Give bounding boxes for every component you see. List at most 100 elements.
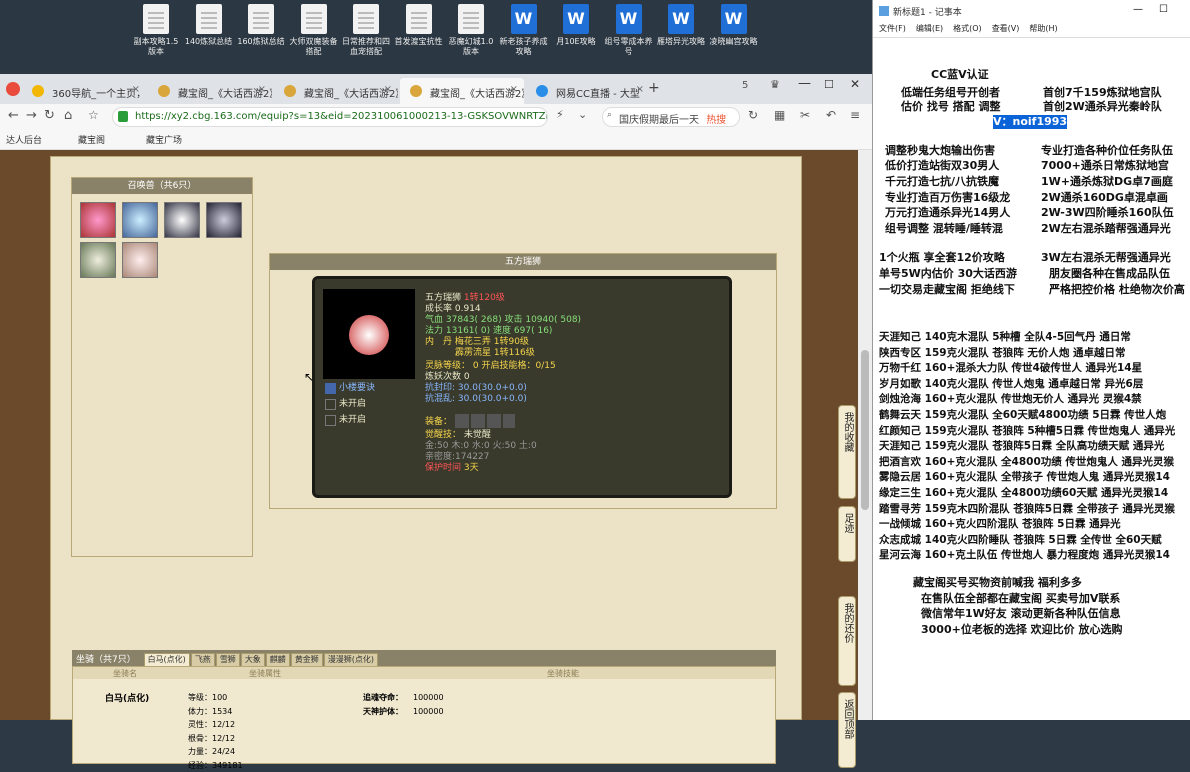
back-to-top-button[interactable]: 返回顶部 bbox=[838, 692, 856, 768]
maximize-button[interactable]: ☐ bbox=[824, 78, 834, 91]
pet-name: 五方瑞狮 bbox=[425, 293, 461, 303]
lightning-icon[interactable]: ⚡ bbox=[556, 108, 564, 121]
skill-2[interactable]: 未开启 bbox=[339, 399, 366, 410]
notepad-right-line: 2W左右混杀踏帮强通异光 bbox=[1041, 222, 1171, 236]
browser-tab[interactable]: 360导航_一个主页，× bbox=[22, 78, 146, 104]
browser-tab[interactable]: 藏宝阁_《大话西游2》× bbox=[400, 78, 524, 104]
skill-3[interactable]: 未开启 bbox=[339, 415, 366, 426]
atk-extra: ( 508) bbox=[554, 315, 581, 325]
growth-label: 成长率 bbox=[425, 304, 452, 314]
pet-avatar[interactable] bbox=[80, 242, 116, 278]
notepad-menu-item[interactable]: 编辑(E) bbox=[916, 24, 943, 33]
refresh-icon[interactable]: ↻ bbox=[44, 108, 55, 123]
bookmark-item[interactable]: 藏宝阁 bbox=[78, 133, 105, 146]
word-doc-icon: W bbox=[563, 4, 589, 34]
mount-tab[interactable]: 漫漫狮(点化) bbox=[324, 653, 378, 667]
mount-stat-value: 1534 bbox=[212, 707, 232, 716]
notepad-header-line: V：noif1993 bbox=[993, 115, 1067, 129]
notepad-menu-item[interactable]: 格式(O) bbox=[953, 24, 982, 33]
desktop-icon[interactable]: 首发渡宝抗性 bbox=[393, 4, 445, 47]
bookmark-item[interactable]: 达人后台 bbox=[6, 133, 42, 146]
menu-icon[interactable]: ≡ bbox=[850, 108, 860, 122]
desktop-icon[interactable]: 大师双魔装备搭配 bbox=[288, 4, 340, 57]
minimize-button[interactable]: — bbox=[798, 76, 811, 91]
url-input[interactable]: https://xy2.cbg.163.com/equip?s=13&eid=2… bbox=[112, 107, 548, 127]
tab-close-icon[interactable]: × bbox=[636, 84, 644, 95]
mount-stat-row: 根骨：12/12 bbox=[188, 732, 243, 746]
mount-tab[interactable]: 雪狮 bbox=[216, 653, 240, 667]
shirt-icon[interactable]: ♛ bbox=[770, 78, 780, 91]
dan-label: 内 丹 bbox=[425, 337, 452, 347]
undo-icon[interactable]: ↶ bbox=[826, 108, 836, 122]
mount-stats: 等级：100体力：1534灵性：12/12根骨：12/12力量：24/24经验：… bbox=[188, 691, 243, 772]
pet-avatar[interactable] bbox=[206, 202, 242, 238]
browser-logo-icon[interactable] bbox=[6, 82, 20, 96]
apps-icon[interactable]: ▦ bbox=[774, 108, 785, 122]
notepad-left-line: 1个火瓶 享全套12价攻略 bbox=[879, 251, 1005, 265]
reload-icon[interactable]: ↻ bbox=[748, 108, 758, 122]
favorites-button[interactable]: 我的收藏 bbox=[838, 405, 856, 499]
mount-stat-row: 经验：349181 bbox=[188, 759, 243, 772]
desktop-icon[interactable]: 副本攻略1.5版本 bbox=[130, 4, 182, 57]
pet-avatar[interactable] bbox=[122, 202, 158, 238]
mount-tab[interactable]: 大象 bbox=[241, 653, 265, 667]
footprint-button[interactable]: 足迹 bbox=[838, 506, 856, 562]
tab-close-icon[interactable]: × bbox=[384, 84, 392, 95]
scissors-icon[interactable]: ✂ bbox=[800, 108, 810, 122]
notepad-text-area[interactable]: CC蓝V认证低端任务组号开创者首创7千159炼狱地宫队估价 找号 搭配 调整首创… bbox=[877, 40, 1187, 720]
desktop-icon[interactable]: W月10E攻略 bbox=[550, 4, 602, 47]
desktop-icon[interactable]: 140炼狱总结 bbox=[183, 4, 235, 47]
hp-value: 37843 bbox=[446, 315, 475, 325]
notepad-footer-line: 在售队伍全部都在藏宝阁 买卖号加V联系 bbox=[921, 592, 1120, 606]
desktop-icon[interactable]: W凌晓幽宫攻略 bbox=[708, 4, 760, 47]
close-button[interactable]: ✕ bbox=[850, 77, 860, 91]
page-scrollbar[interactable] bbox=[858, 150, 872, 720]
back-icon[interactable]: ← bbox=[8, 108, 19, 123]
tab-favicon-icon bbox=[32, 85, 44, 97]
tab-close-icon[interactable]: × bbox=[132, 84, 140, 95]
mount-tab[interactable]: 飞燕 bbox=[191, 653, 215, 667]
home-icon[interactable]: ⌂ bbox=[64, 108, 72, 123]
desktop-icon-label: 组号零成本养号 bbox=[603, 37, 655, 57]
new-tab-button[interactable]: + bbox=[648, 80, 660, 96]
pet-avatar[interactable] bbox=[80, 202, 116, 238]
mount-skill-value: 100000 bbox=[413, 693, 444, 702]
notepad-menu-item[interactable]: 文件(F) bbox=[879, 24, 906, 33]
browser-tab[interactable]: 藏宝阁_《大话西游2》× bbox=[274, 78, 398, 104]
desktop-icon[interactable]: W新老孩子养成攻略 bbox=[498, 4, 550, 57]
text-doc-icon bbox=[458, 4, 484, 34]
star-icon[interactable]: ☆ bbox=[88, 108, 99, 122]
counter-offer-button[interactable]: 我的还价 bbox=[838, 596, 856, 686]
notepad-left-line: 专业打造百万伤害16级龙 bbox=[885, 191, 1010, 205]
browser-tab[interactable]: 藏宝阁_《大话西游2》× bbox=[148, 78, 272, 104]
desktop-icon[interactable]: 160炼狱总结 bbox=[235, 4, 287, 47]
forward-icon[interactable]: → bbox=[26, 108, 37, 123]
mount-stat-key: 经验： bbox=[188, 761, 212, 770]
browser-tab[interactable]: 网易CC直播 - 大型× bbox=[526, 78, 650, 104]
scrollbar-thumb[interactable] bbox=[861, 350, 869, 510]
desktop-icon[interactable]: 日常推荐和四血宠搭配 bbox=[340, 4, 392, 57]
skill-1[interactable]: 小楼要诀 bbox=[339, 383, 375, 394]
chevron-down-icon[interactable]: ⌄ bbox=[578, 108, 587, 121]
desktop-icon[interactable]: 恶魔幻城1.0版本 bbox=[445, 4, 497, 57]
notepad-minimize-button[interactable]: — bbox=[1133, 4, 1143, 15]
summon-panel-title: 召唤兽（共6只） bbox=[72, 178, 252, 194]
tab-close-icon[interactable]: × bbox=[510, 84, 518, 95]
notepad-menu-item[interactable]: 帮助(H) bbox=[1029, 24, 1057, 33]
mount-skill-row: 追魂夺命：100000 bbox=[363, 691, 444, 705]
notepad-menu-item[interactable]: 查看(V) bbox=[992, 24, 1020, 33]
desktop-icon[interactable]: W雁塔异光攻略 bbox=[655, 4, 707, 47]
pet-avatar[interactable] bbox=[122, 242, 158, 278]
desktop-icon[interactable]: W组号零成本养号 bbox=[603, 4, 655, 57]
dan-2: 霹雳流星 1转116级 bbox=[455, 348, 535, 359]
mount-tab[interactable]: 白马(点化) bbox=[144, 653, 190, 667]
tab-count-icon[interactable]: 5 bbox=[742, 80, 748, 91]
pet-avatar[interactable] bbox=[164, 202, 200, 238]
equip-slots[interactable] bbox=[455, 414, 515, 428]
mount-tab[interactable]: 黄金狮 bbox=[291, 653, 323, 667]
bookmark-item[interactable]: 藏宝广场 bbox=[146, 133, 182, 146]
tab-close-icon[interactable]: × bbox=[258, 84, 266, 95]
search-input[interactable]: 国庆假期最后一天 热搜 bbox=[602, 107, 740, 127]
mount-tab[interactable]: 麒麟 bbox=[266, 653, 290, 667]
notepad-maximize-button[interactable]: ☐ bbox=[1159, 4, 1168, 15]
